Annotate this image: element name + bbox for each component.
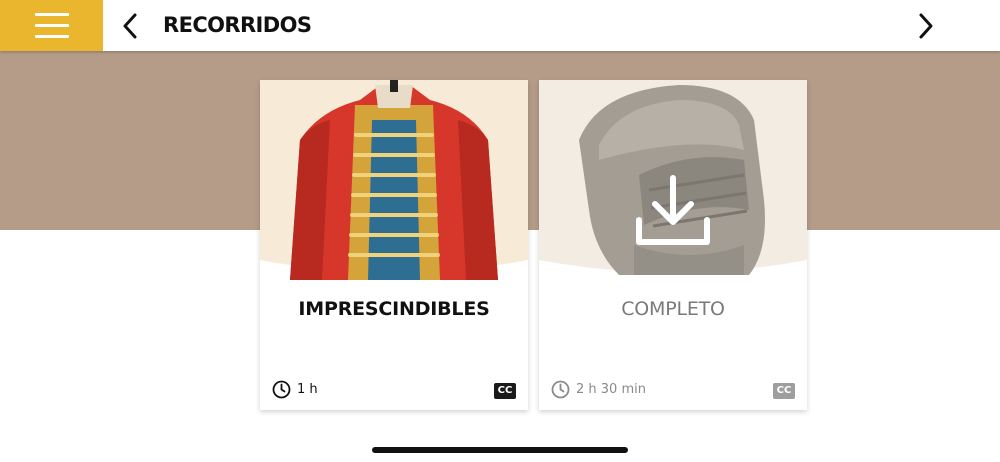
menu-button[interactable]: [0, 0, 103, 51]
tour-title: IMPRESCINDIBLES: [298, 298, 490, 320]
tour-meta: 1 h CC: [272, 380, 516, 402]
tour-card-imprescindibles[interactable]: IMPRESCINDIBLES 1 h CC: [260, 80, 528, 410]
closed-captions-icon: CC: [773, 383, 795, 399]
page-title: RECORRIDOS: [163, 13, 312, 37]
tours-screen: RECORRIDOS IMPRESCINDIBLES 1 h CC COMPLE…: [0, 0, 1000, 462]
clock-icon: [272, 380, 291, 399]
tour-card-completo[interactable]: COMPLETO 2 h 30 min CC: [539, 80, 807, 410]
chevron-left-icon[interactable]: [118, 10, 142, 42]
tour-title: COMPLETO: [621, 298, 725, 320]
chevron-right-icon[interactable]: [914, 10, 938, 42]
clock-icon: [551, 380, 570, 399]
hamburger-menu-icon: [34, 13, 69, 16]
download-icon[interactable]: [633, 172, 713, 250]
hamburger-menu-icon-bar: [34, 24, 69, 27]
tour-meta: 2 h 30 min CC: [551, 380, 795, 402]
closed-captions-icon: CC: [494, 383, 516, 399]
tour-duration: 1 h: [297, 382, 318, 397]
home-indicator[interactable]: [372, 447, 628, 453]
uniform-jacket-image: [260, 80, 528, 280]
top-bar: RECORRIDOS: [0, 0, 1000, 51]
tour-duration: 2 h 30 min: [576, 382, 646, 397]
hamburger-menu-icon-bar: [34, 35, 69, 38]
